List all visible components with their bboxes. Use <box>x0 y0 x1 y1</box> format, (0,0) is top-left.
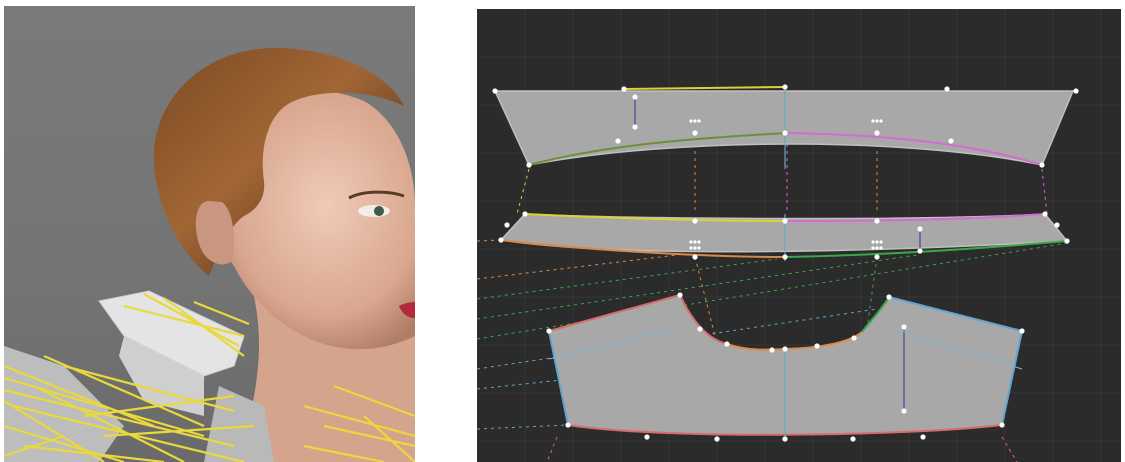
control-point[interactable] <box>565 422 571 428</box>
notch-marker[interactable] <box>879 240 883 244</box>
notch-marker[interactable] <box>689 240 693 244</box>
seam-connector-line <box>1041 168 1048 215</box>
notch-marker[interactable] <box>875 119 879 123</box>
control-point[interactable] <box>504 222 510 228</box>
notch-marker[interactable] <box>693 119 697 123</box>
piece-top-collar-band[interactable] <box>493 86 1075 169</box>
seam-connector-line <box>477 254 678 280</box>
control-point[interactable] <box>724 341 730 347</box>
pattern-canvas[interactable] <box>477 9 1121 462</box>
notch-marker[interactable] <box>875 246 879 250</box>
control-point[interactable] <box>692 218 698 224</box>
notch-marker[interactable] <box>693 246 697 250</box>
control-point[interactable] <box>944 86 950 92</box>
control-point[interactable] <box>1019 328 1025 334</box>
control-point[interactable] <box>522 211 528 217</box>
notch-marker[interactable] <box>871 119 875 123</box>
control-point[interactable] <box>769 347 775 353</box>
control-point[interactable] <box>782 130 788 136</box>
notch-marker[interactable] <box>697 240 701 244</box>
control-point[interactable] <box>492 88 498 94</box>
control-point[interactable] <box>886 294 892 300</box>
control-point[interactable] <box>692 254 698 260</box>
control-point[interactable] <box>632 124 638 130</box>
notch-marker[interactable] <box>875 240 879 244</box>
control-point[interactable] <box>1054 222 1060 228</box>
notch-marker[interactable] <box>697 246 701 250</box>
control-point[interactable] <box>782 436 788 442</box>
notch-marker[interactable] <box>871 240 875 244</box>
control-point[interactable] <box>874 130 880 136</box>
control-point[interactable] <box>692 130 698 136</box>
control-point[interactable] <box>1064 238 1070 244</box>
pattern-editor-2d[interactable] <box>477 9 1121 462</box>
notch-marker[interactable] <box>879 119 883 123</box>
control-point[interactable] <box>546 328 552 334</box>
control-point[interactable] <box>814 343 820 349</box>
control-point[interactable] <box>917 226 923 232</box>
control-point[interactable] <box>850 436 856 442</box>
seam-connector-line <box>477 424 569 430</box>
control-point[interactable] <box>526 162 532 168</box>
notch-marker[interactable] <box>871 246 875 250</box>
control-point[interactable] <box>851 335 857 341</box>
control-point[interactable] <box>782 254 788 260</box>
control-point[interactable] <box>621 86 627 92</box>
control-point[interactable] <box>901 324 907 330</box>
control-point[interactable] <box>948 138 954 144</box>
control-point[interactable] <box>917 248 923 254</box>
seam-connector-line <box>516 168 530 215</box>
control-point[interactable] <box>874 254 880 260</box>
control-point[interactable] <box>874 218 880 224</box>
seam-connector-line <box>477 239 502 242</box>
control-point[interactable] <box>901 408 907 414</box>
control-point[interactable] <box>644 434 650 440</box>
avatar-iris <box>374 206 384 216</box>
control-point[interactable] <box>1073 88 1079 94</box>
control-point[interactable] <box>677 292 683 298</box>
notch-marker[interactable] <box>693 240 697 244</box>
notch-marker[interactable] <box>697 119 701 123</box>
seam-connector-line <box>477 258 778 300</box>
notch-marker[interactable] <box>689 119 693 123</box>
control-point[interactable] <box>697 326 703 332</box>
control-point[interactable] <box>1042 211 1048 217</box>
control-point[interactable] <box>782 218 788 224</box>
control-point[interactable] <box>714 436 720 442</box>
control-point[interactable] <box>498 237 504 243</box>
control-point[interactable] <box>999 422 1005 428</box>
control-point[interactable] <box>782 84 788 90</box>
notch-marker[interactable] <box>879 246 883 250</box>
control-point[interactable] <box>920 434 926 440</box>
piece-yoke[interactable] <box>548 293 1024 439</box>
control-point[interactable] <box>632 94 638 100</box>
viewport-3d[interactable] <box>4 6 415 462</box>
control-point[interactable] <box>782 346 788 352</box>
control-point[interactable] <box>615 138 621 144</box>
notch-marker[interactable] <box>689 246 693 250</box>
control-point[interactable] <box>1039 162 1045 168</box>
top-band-yellow-edge[interactable] <box>623 86 786 90</box>
avatar-3d-scene[interactable] <box>4 6 415 462</box>
